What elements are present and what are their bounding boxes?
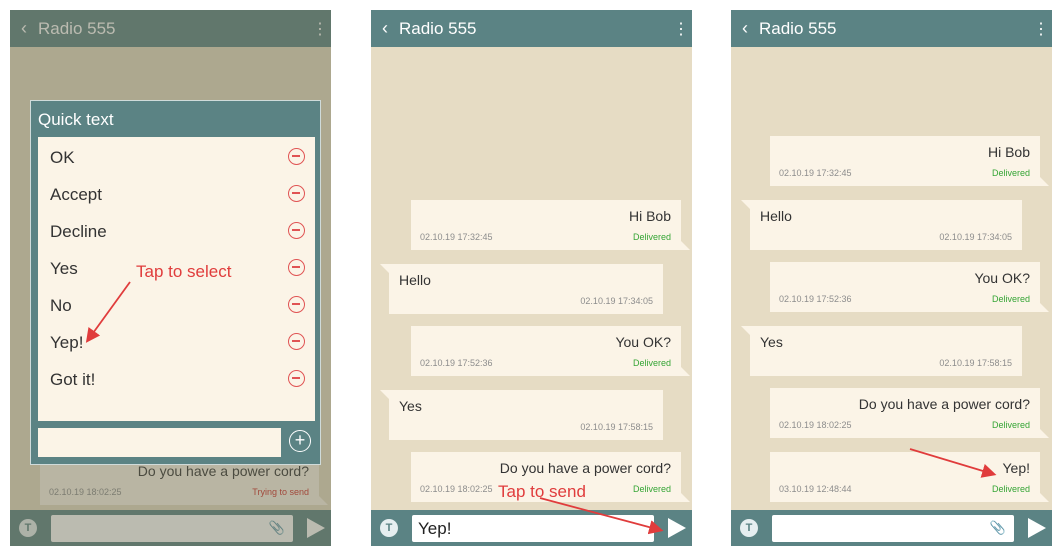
message-status: Delivered xyxy=(632,484,671,494)
message-status: Delivered xyxy=(991,420,1030,430)
quick-text-label: Yep! xyxy=(50,333,84,352)
paperclip-icon[interactable]: 📎 xyxy=(990,520,1006,536)
composer-bar: T 📎 xyxy=(731,510,1052,546)
new-quick-text-input[interactable] xyxy=(38,428,281,457)
message-text: Yes xyxy=(399,398,422,414)
message-bubble-incoming[interactable]: Hello 02.10.19 17:34:05 xyxy=(380,264,663,314)
phone-screen-quick-text: ‹ Radio 555 ⋮ Do you have a power cord? … xyxy=(10,10,331,546)
message-text: You OK? xyxy=(615,334,671,350)
message-timestamp: 02.10.19 17:34:05 xyxy=(580,296,653,306)
quick-text-dialog: Quick text OK Accept Decline Yes No Yep!… xyxy=(30,100,321,465)
message-bubble-outgoing[interactable]: Hi Bob 02.10.19 17:32:45 Delivered xyxy=(411,200,690,250)
remove-circle-icon[interactable] xyxy=(288,259,305,276)
chevron-left-icon[interactable]: ‹ xyxy=(731,18,759,39)
quick-text-item[interactable]: Yep! xyxy=(38,324,315,361)
message-timestamp: 02.10.19 17:58:15 xyxy=(580,422,653,432)
message-timestamp: 02.10.19 17:34:05 xyxy=(939,232,1012,242)
more-vertical-icon[interactable]: ⋮ xyxy=(1030,19,1052,39)
plus-circle-icon[interactable]: + xyxy=(289,430,311,452)
quick-text-button[interactable]: T xyxy=(740,519,758,537)
phone-screen-compose: ‹ Radio 555 ⋮ Hi Bob 02.10.19 17:32:45 D… xyxy=(371,10,692,546)
message-input[interactable]: 📎 xyxy=(772,515,1014,542)
quick-text-label: Decline xyxy=(50,222,107,241)
dialog-title: Quick text xyxy=(38,110,114,129)
remove-circle-icon[interactable] xyxy=(288,185,305,202)
quick-text-item[interactable]: Accept xyxy=(38,176,315,213)
remove-circle-icon[interactable] xyxy=(288,370,305,387)
message-text: You OK? xyxy=(974,270,1030,286)
message-status: Delivered xyxy=(632,232,671,242)
quick-text-label: OK xyxy=(50,148,75,167)
message-bubble-outgoing[interactable]: You OK? 02.10.19 17:52:36 Delivered xyxy=(770,262,1049,312)
chat-title: Radio 555 xyxy=(759,18,837,38)
remove-circle-icon[interactable] xyxy=(288,222,305,239)
phone-screen-sent: ‹ Radio 555 ⋮ Hi Bob 02.10.19 17:32:45 D… xyxy=(731,10,1052,546)
message-timestamp: 02.10.19 17:32:45 xyxy=(420,232,493,242)
message-bubble-incoming[interactable]: Hello 02.10.19 17:34:05 xyxy=(741,200,1022,250)
message-bubble-incoming[interactable]: Yes 02.10.19 17:58:15 xyxy=(380,390,663,440)
send-icon[interactable] xyxy=(668,518,686,538)
remove-circle-icon[interactable] xyxy=(288,148,305,165)
annotation-tap-to-send: Tap to send xyxy=(498,482,586,501)
message-text: Do you have a power cord? xyxy=(858,396,1030,412)
message-timestamp: 02.10.19 17:58:15 xyxy=(939,358,1012,368)
quick-text-item[interactable]: No xyxy=(38,287,315,324)
message-timestamp: 02.10.19 18:02:25 xyxy=(420,484,493,494)
message-timestamp: 02.10.19 17:52:36 xyxy=(779,294,852,304)
quick-text-item[interactable]: OK xyxy=(38,139,315,176)
quick-text-label: Yes xyxy=(50,259,78,278)
message-status: Delivered xyxy=(991,168,1030,178)
more-vertical-icon[interactable]: ⋮ xyxy=(670,19,692,39)
message-bubble-outgoing[interactable]: Do you have a power cord? 02.10.19 18:02… xyxy=(770,388,1049,438)
app-bar: ‹ Radio 555 ⋮ xyxy=(731,10,1052,47)
annotation-tap-to-select: Tap to select xyxy=(136,262,232,281)
message-timestamp: 02.10.19 17:52:36 xyxy=(420,358,493,368)
message-timestamp: 02.10.19 17:32:45 xyxy=(779,168,852,178)
remove-circle-icon[interactable] xyxy=(288,296,305,313)
quick-text-item[interactable]: Decline xyxy=(38,213,315,250)
quick-text-label: No xyxy=(50,296,72,315)
message-text: Yes xyxy=(760,334,783,350)
remove-circle-icon[interactable] xyxy=(288,333,305,350)
quick-text-item[interactable]: Got it! xyxy=(38,361,315,398)
quick-text-label: Got it! xyxy=(50,370,96,389)
message-status: Delivered xyxy=(632,358,671,368)
message-timestamp: 02.10.19 18:02:25 xyxy=(779,420,852,430)
message-bubble-incoming[interactable]: Yes 02.10.19 17:58:15 xyxy=(741,326,1022,376)
message-text: Hi Bob xyxy=(987,144,1030,160)
message-timestamp: 03.10.19 12:48:44 xyxy=(779,484,852,494)
message-text: Hello xyxy=(760,208,792,224)
message-text: Yep! xyxy=(1002,460,1030,476)
quick-text-label: Accept xyxy=(50,185,102,204)
message-status: Delivered xyxy=(991,484,1030,494)
composer-bar: T Yep! xyxy=(371,510,692,546)
chevron-left-icon[interactable]: ‹ xyxy=(371,18,399,39)
message-status: Delivered xyxy=(991,294,1030,304)
app-bar: ‹ Radio 555 ⋮ xyxy=(371,10,692,47)
message-text: Hello xyxy=(399,272,431,288)
message-bubble-outgoing[interactable]: You OK? 02.10.19 17:52:36 Delivered xyxy=(411,326,690,376)
message-text: Do you have a power cord? xyxy=(499,460,671,476)
chat-title: Radio 555 xyxy=(399,18,477,38)
message-bubble-outgoing[interactable]: Hi Bob 02.10.19 17:32:45 Delivered xyxy=(770,136,1049,186)
message-input-value: Yep! xyxy=(418,519,452,538)
message-input[interactable]: Yep! xyxy=(412,515,654,542)
message-text: Hi Bob xyxy=(628,208,671,224)
quick-text-button[interactable]: T xyxy=(380,519,398,537)
send-icon[interactable] xyxy=(1028,518,1046,538)
message-bubble-outgoing[interactable]: Yep! 03.10.19 12:48:44 Delivered xyxy=(770,452,1049,502)
